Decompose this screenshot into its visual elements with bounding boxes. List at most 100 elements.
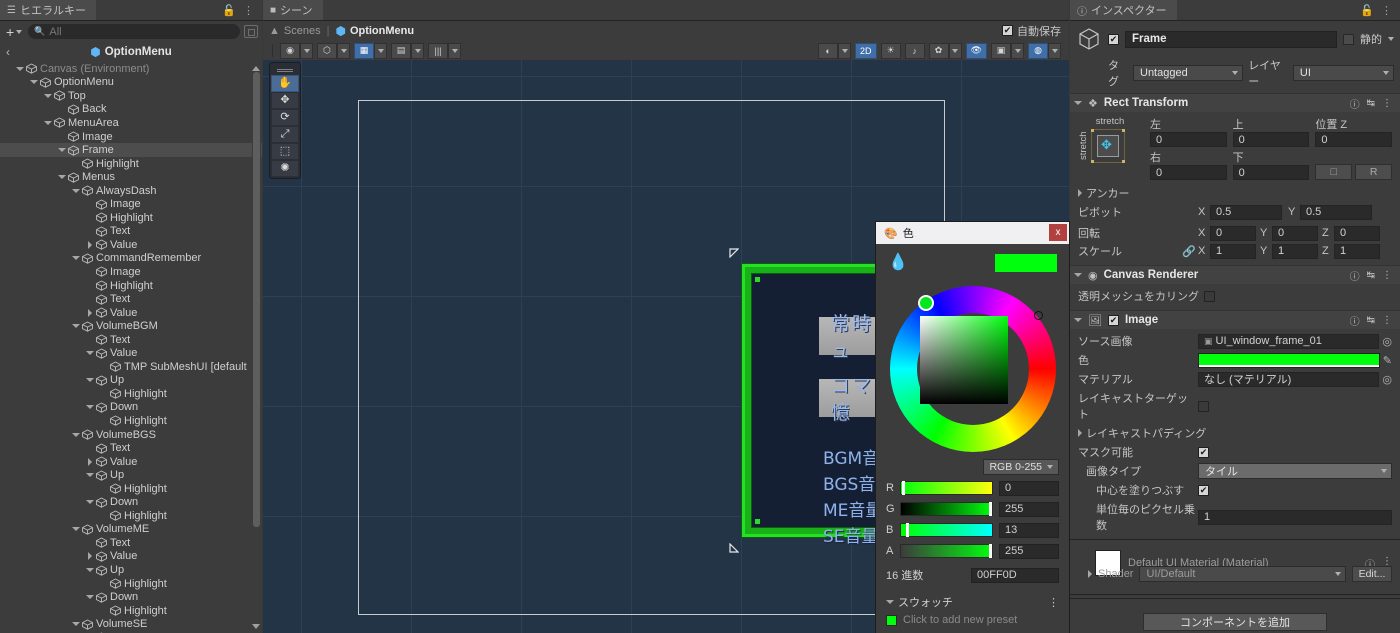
tools-drag-handle[interactable] — [270, 65, 300, 75]
tree-expand-toggle[interactable] — [70, 622, 81, 627]
chevron-right-icon[interactable] — [1078, 429, 1082, 437]
shader-edit-button[interactable]: Edit... — [1352, 566, 1392, 582]
bottom-input[interactable]: 0 — [1232, 165, 1310, 180]
tree-expand-toggle[interactable] — [70, 188, 81, 193]
raycast-target-checkbox[interactable] — [1198, 400, 1209, 412]
breadcrumb-scenes[interactable]: ▲ Scenes — [269, 25, 321, 37]
object-name-input[interactable]: Frame — [1125, 30, 1337, 48]
color-picker-titlebar[interactable]: 🎨 色 x — [876, 222, 1069, 244]
channel-slider[interactable] — [900, 502, 993, 516]
audio-toggle-button[interactable]: ♪ — [904, 42, 925, 59]
more-menu-icon[interactable]: ⋮ — [1382, 270, 1392, 281]
camera-settings-dropdown[interactable] — [1011, 42, 1024, 59]
hierarchy-item-image[interactable]: Image — [0, 197, 262, 211]
grid-visibility-button[interactable]: ▤ — [391, 42, 411, 59]
chevron-right-icon[interactable] — [1078, 189, 1082, 197]
lock-icon[interactable]: 🔓 — [1360, 4, 1374, 17]
chevron-down-icon[interactable] — [1074, 273, 1082, 277]
channel-input[interactable]: 255 — [999, 543, 1059, 559]
hierarchy-item-alwaysdash[interactable]: AlwaysDash — [0, 184, 262, 198]
tree-expand-toggle[interactable] — [42, 120, 53, 125]
channel-input[interactable]: 0 — [999, 480, 1059, 496]
hierarchy-item-down[interactable]: Down — [0, 401, 262, 415]
effects-toggle-button[interactable]: ✿ — [928, 42, 949, 59]
move-tool[interactable]: ✥ — [271, 92, 299, 109]
scale-z-input[interactable]: 1 — [1334, 243, 1380, 259]
channel-slider[interactable] — [900, 523, 993, 537]
swatch-add-row[interactable]: Click to add new preset — [876, 610, 1069, 630]
search-scope-icon[interactable] — [244, 25, 258, 38]
effects-toggle-dropdown[interactable] — [948, 42, 962, 59]
close-icon[interactable]: x — [1049, 224, 1067, 241]
more-menu-icon[interactable]: ⋮ — [243, 4, 254, 17]
chevron-right-icon[interactable] — [1088, 570, 1092, 578]
tree-expand-toggle[interactable] — [70, 527, 81, 532]
fill-center-checkbox[interactable]: ✔ — [1198, 484, 1209, 496]
hierarchy-item-volumeme[interactable]: VolumeME — [0, 523, 262, 537]
hierarchy-item-back[interactable]: Back — [0, 103, 262, 117]
hierarchy-item-highlight[interactable]: Highlight — [0, 509, 262, 523]
rect-corner-handle[interactable] — [729, 543, 739, 553]
top-input[interactable]: 0 — [1232, 132, 1310, 147]
hierarchy-item-down[interactable]: Down — [0, 496, 262, 510]
hierarchy-item-text[interactable]: Text — [0, 225, 262, 239]
pivot-y-input[interactable]: 0.5 — [1300, 204, 1372, 220]
component-header-image[interactable]: 🖼 ✔ Image ⓘ ↹ ⋮ — [1070, 310, 1400, 329]
2d-toggle-button[interactable]: 2D — [855, 42, 877, 59]
image-enabled-checkbox[interactable]: ✔ — [1107, 314, 1119, 326]
tree-expand-toggle[interactable] — [84, 240, 95, 249]
hierarchy-item-value[interactable]: Value — [0, 306, 262, 320]
pivot-x-input[interactable]: 0.5 — [1210, 204, 1282, 220]
hierarchy-item-down[interactable]: Down — [0, 590, 262, 604]
rect-tool[interactable]: ⬚ — [271, 143, 299, 160]
preset-icon[interactable]: ↹ — [1367, 315, 1375, 326]
help-icon[interactable]: ⓘ — [1350, 96, 1360, 111]
hierarchy-item-volumebgm[interactable]: VolumeBGM — [0, 319, 262, 333]
eyedropper-icon[interactable]: 💧 — [888, 252, 908, 272]
gizmos-visibility-button[interactable]: 👁 — [965, 42, 987, 59]
color-channel-g[interactable]: G 255 — [886, 500, 1059, 518]
hex-input[interactable]: 00FF0D — [971, 567, 1059, 583]
camera-settings-button[interactable]: ▣ — [991, 42, 1011, 59]
hierarchy-item-highlight[interactable]: Highlight — [0, 482, 262, 496]
scale-link-icon[interactable]: 🔗 — [1182, 245, 1198, 258]
more-menu-icon[interactable]: ⋮ — [1382, 98, 1392, 109]
material-field[interactable]: なし (マテリアル) — [1198, 371, 1380, 387]
color-channel-a[interactable]: A 255 — [886, 542, 1059, 560]
shading-mode-button[interactable]: ◐ — [818, 42, 839, 59]
color-channel-b[interactable]: B 13 — [886, 521, 1059, 539]
hierarchy-item-volumebgs[interactable]: VolumeBGS — [0, 428, 262, 442]
gizmos-dropdown[interactable] — [1048, 42, 1061, 59]
lighting-toggle-button[interactable]: ☀ — [880, 42, 901, 59]
scroll-down-arrow-icon[interactable] — [252, 624, 260, 629]
tree-expand-toggle[interactable] — [14, 66, 25, 71]
hierarchy-item-menus[interactable]: Menus — [0, 170, 262, 184]
tab-hierarchy[interactable]: ☰ ヒエラルキー — [0, 0, 96, 20]
chevron-down-icon[interactable] — [1388, 37, 1394, 41]
hierarchy-item-image[interactable]: Image — [0, 130, 262, 144]
tab-inspector[interactable]: ⓘ インスペクター — [1070, 0, 1177, 20]
tree-expand-toggle[interactable] — [84, 308, 95, 317]
hierarchy-item-highlight[interactable]: Highlight — [0, 414, 262, 428]
right-input[interactable]: 0 — [1150, 165, 1227, 180]
autosave-checkbox[interactable]: ✔ — [1002, 25, 1013, 36]
channel-slider[interactable] — [900, 544, 993, 558]
rotation-y-input[interactable]: 0 — [1272, 225, 1318, 241]
channel-input[interactable]: 13 — [999, 522, 1059, 538]
object-picker-icon[interactable]: ◎ — [1382, 335, 1392, 348]
component-header-rect-transform[interactable]: ❖ Rect Transform ⓘ ↹ ⋮ — [1070, 93, 1400, 112]
maskable-checkbox[interactable]: ✔ — [1198, 446, 1209, 458]
hierarchy-tree[interactable]: Canvas (Environment) OptionMenu Top Back Men… — [0, 62, 262, 633]
chevron-down-icon[interactable] — [1074, 318, 1082, 322]
layers-dropdown[interactable] — [448, 42, 461, 59]
chevron-down-icon[interactable] — [1074, 101, 1082, 105]
tree-expand-toggle[interactable] — [84, 351, 95, 356]
scale-y-input[interactable]: 1 — [1272, 243, 1318, 259]
hierarchy-item-highlight[interactable]: Highlight — [0, 211, 262, 225]
tree-expand-toggle[interactable] — [56, 175, 67, 180]
hierarchy-scrollbar[interactable] — [252, 64, 261, 621]
blueprint-mode-button[interactable]: □ — [1315, 164, 1353, 180]
shader-dropdown[interactable]: UI/Default — [1139, 566, 1346, 582]
scroll-up-arrow-icon[interactable] — [252, 66, 260, 71]
raw-edit-mode-button[interactable]: R — [1355, 164, 1393, 180]
